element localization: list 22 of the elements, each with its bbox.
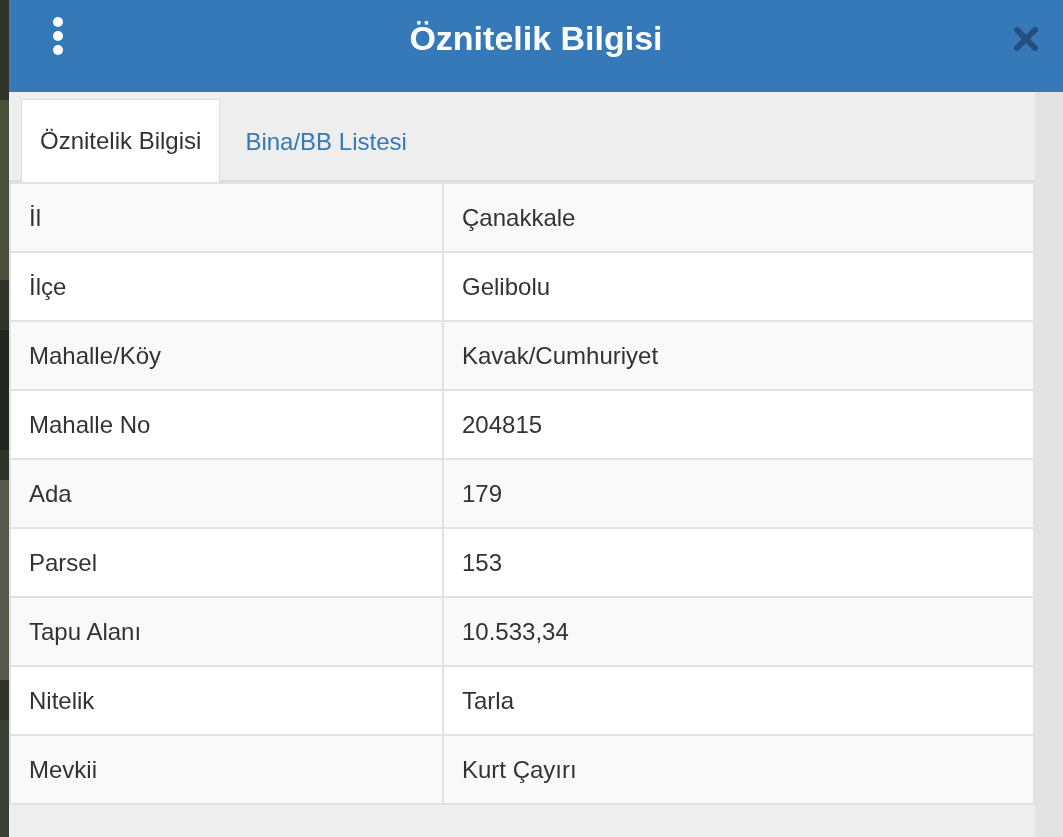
label-cell: Nitelik [10, 666, 443, 735]
label-cell: Parsel [10, 528, 443, 597]
tab[interactable]: Bina/BB Listesi [220, 101, 432, 182]
value-cell: Tarla [443, 666, 1034, 735]
value-cell: Gelibolu [443, 252, 1034, 321]
label-cell: İlçe [10, 252, 443, 321]
value-cell: 10.533,34 [443, 597, 1034, 666]
label-cell: Ada [10, 459, 443, 528]
label-cell: İl [10, 183, 443, 252]
label-cell: Mahalle No [10, 390, 443, 459]
value-cell: 179 [443, 459, 1034, 528]
value-cell: 153 [443, 528, 1034, 597]
label-cell: Mahalle/Köy [10, 321, 443, 390]
window-title: Öznitelik Bilgisi [409, 18, 663, 59]
menu-icon[interactable] [51, 16, 65, 56]
value-cell: Kavak/Cumhuriyet [443, 321, 1034, 390]
tab[interactable]: Öznitelik Bilgisi [21, 99, 221, 182]
label-cell: Mevkii [10, 735, 443, 804]
value-cell: 204815 [443, 390, 1034, 459]
value-cell: Kurt Çayırı [443, 735, 1034, 804]
value-cell: Çanakkale [443, 183, 1034, 252]
label-cell: Tapu Alanı [10, 597, 443, 666]
